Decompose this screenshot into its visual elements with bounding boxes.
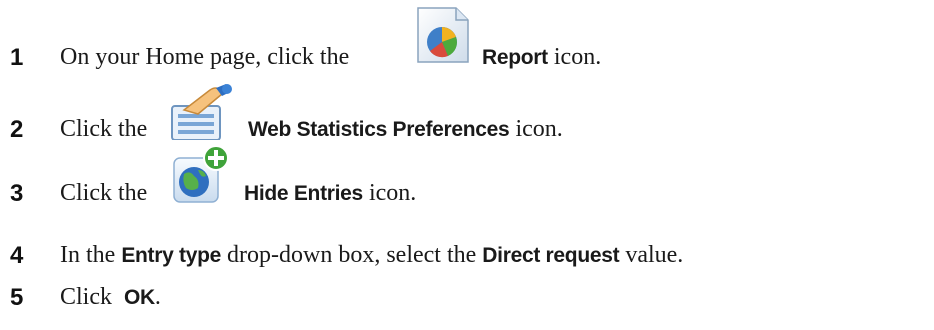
web-statistics-preferences-icon bbox=[170, 84, 236, 147]
step-text: In the Entry type drop-down box, select … bbox=[60, 242, 684, 268]
step-number: 2 bbox=[10, 116, 24, 143]
web-statistics-preferences-label: Web Statistics Preferences bbox=[248, 118, 510, 141]
hide-entries-label: Hide Entries bbox=[244, 182, 363, 205]
step-number: 3 bbox=[10, 180, 24, 207]
step-text: Click OK. bbox=[60, 284, 161, 310]
step-text: On your Home page, click the bbox=[60, 44, 350, 70]
step-text: Click the bbox=[60, 116, 148, 142]
step-number: 4 bbox=[10, 242, 24, 269]
report-label: Report bbox=[482, 46, 548, 69]
step-number: 1 bbox=[10, 44, 24, 71]
direct-request-label: Direct request bbox=[482, 244, 620, 267]
step-text: Click the bbox=[60, 180, 148, 206]
ok-label: OK bbox=[124, 286, 155, 309]
report-icon bbox=[412, 4, 474, 73]
step-number: 5 bbox=[10, 284, 24, 311]
entry-type-label: Entry type bbox=[121, 244, 222, 267]
hide-entries-icon bbox=[170, 144, 232, 213]
